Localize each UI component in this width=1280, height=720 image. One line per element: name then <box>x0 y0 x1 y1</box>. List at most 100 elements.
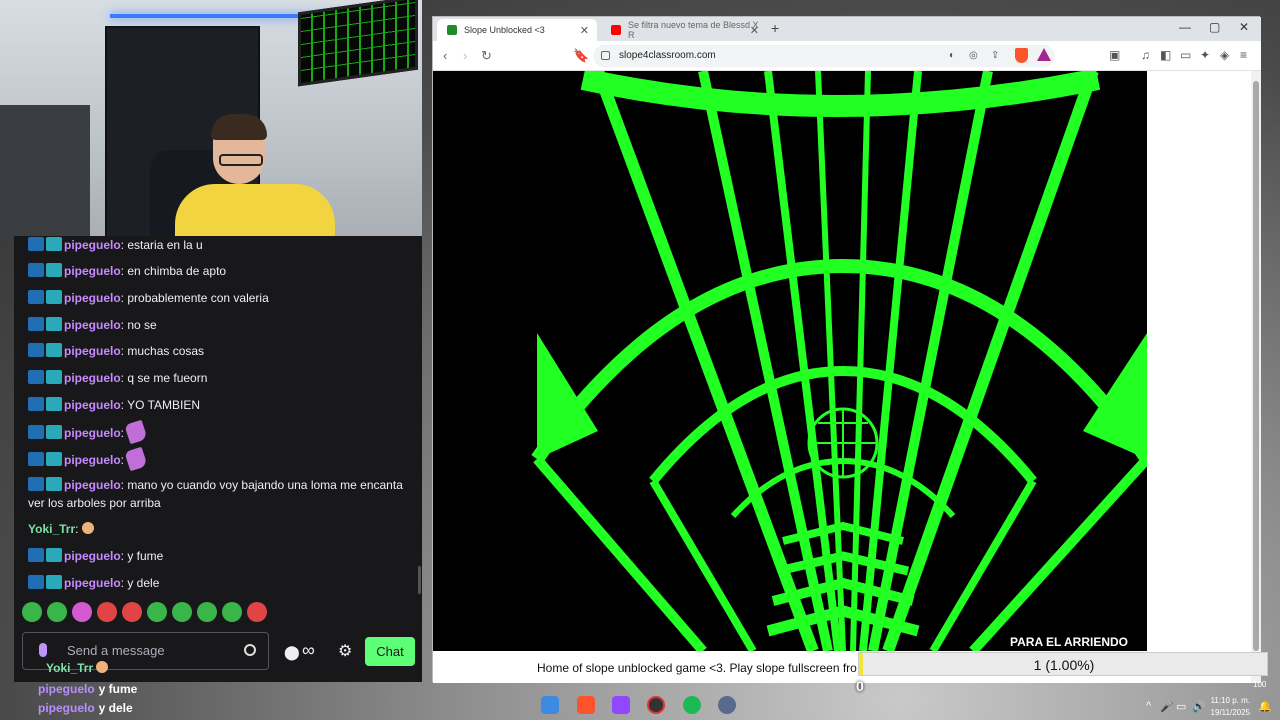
tab-youtube[interactable]: Se filtra nuevo tema de Blessd X R ✕ <box>601 19 767 41</box>
chat-username[interactable]: pipeguelo <box>64 291 121 305</box>
scrollbar-thumb[interactable] <box>1253 81 1259 651</box>
subscriber-badge-icon[interactable] <box>28 343 44 357</box>
chat-username[interactable]: pipeguelo <box>64 318 121 332</box>
reload-icon[interactable]: ↻ <box>481 48 492 64</box>
mute-icon[interactable]: ◎ <box>969 50 978 61</box>
music-icon[interactable]: ♫ <box>1141 48 1150 62</box>
emote-icon[interactable] <box>247 602 267 622</box>
subscriber-badge-icon[interactable] <box>28 425 44 439</box>
vip-badge-icon[interactable] <box>46 263 62 277</box>
vip-badge-icon[interactable] <box>46 290 62 304</box>
vip-badge-icon[interactable] <box>46 548 62 562</box>
emoji-picker-icon[interactable] <box>244 644 256 656</box>
volume-icon[interactable]: 🔊 <box>1192 700 1206 713</box>
emote-icon[interactable] <box>147 602 167 622</box>
clock-date[interactable]: 19/11/2025 <box>1210 708 1250 717</box>
chat-username[interactable]: pipeguelo <box>64 453 121 467</box>
subscriber-badge-icon[interactable] <box>28 317 44 331</box>
new-tab-icon[interactable]: + <box>771 20 779 36</box>
share-icon[interactable]: ⇪ <box>991 50 999 61</box>
emote-icon[interactable] <box>22 602 42 622</box>
back-icon[interactable]: ‹ <box>443 48 447 63</box>
subscriber-badge-icon[interactable] <box>28 237 44 251</box>
chat-username[interactable]: pipeguelo <box>64 398 121 412</box>
emote-icon[interactable] <box>97 602 117 622</box>
slope-game-canvas[interactable] <box>433 71 1147 651</box>
brave-rewards-icon[interactable] <box>1037 48 1051 61</box>
emote-icon[interactable] <box>197 602 217 622</box>
vip-badge-icon[interactable] <box>46 370 62 384</box>
clock-time[interactable]: 11:10 p. m. <box>1210 696 1250 705</box>
microphone-tray-icon[interactable]: 🎤 <box>1160 700 1174 713</box>
brave-browser-icon[interactable] <box>577 696 595 714</box>
chat-scrollbar[interactable] <box>418 566 421 594</box>
vip-badge-icon[interactable] <box>46 317 62 331</box>
vip-badge-icon[interactable] <box>46 477 62 491</box>
vip-badge-icon[interactable] <box>46 452 62 466</box>
menu-icon[interactable]: ≡ <box>1240 48 1247 62</box>
chat-username[interactable]: Yoki_Trr <box>28 522 75 536</box>
microphone-icon[interactable] <box>39 643 47 657</box>
chat-username[interactable]: pipeguelo <box>64 344 121 358</box>
minimize-icon[interactable]: — <box>1179 20 1191 34</box>
chat-username[interactable]: pipeguelo <box>64 478 121 492</box>
vip-badge-icon[interactable] <box>46 343 62 357</box>
spotify-icon[interactable] <box>683 696 701 714</box>
subscriber-badge-icon[interactable] <box>28 575 44 589</box>
emote-icon[interactable] <box>222 602 242 622</box>
page-scrollbar[interactable] <box>1251 71 1261 683</box>
windows-start-icon[interactable] <box>541 696 559 714</box>
subscriber-badge-icon[interactable] <box>28 548 44 562</box>
close-tab-icon[interactable]: ✕ <box>750 24 759 37</box>
address-bar[interactable]: slope4classroom.com ◐ ◎ ⇪ <box>593 45 1055 67</box>
chat-username[interactable]: pipeguelo <box>64 238 121 252</box>
vip-badge-icon[interactable] <box>46 397 62 411</box>
infinity-indicator[interactable]: ∞ <box>302 640 315 661</box>
subscriber-badge-icon[interactable] <box>28 370 44 384</box>
site-info-icon[interactable] <box>601 51 610 60</box>
subscriber-badge-icon[interactable] <box>28 477 44 491</box>
channel-points-icon[interactable]: ⬤ <box>284 644 300 660</box>
emote-icon[interactable] <box>172 602 192 622</box>
archive-icon[interactable]: ▣ <box>1109 48 1120 62</box>
chevron-up-icon[interactable]: ^ <box>1146 700 1151 712</box>
subscriber-badge-icon[interactable] <box>28 263 44 277</box>
wallet-icon[interactable]: ▭ <box>1180 48 1191 62</box>
subscriber-badge-icon[interactable] <box>28 397 44 411</box>
notification-bell-icon[interactable]: 🔔 <box>1258 700 1272 713</box>
forward-icon[interactable]: › <box>463 48 467 63</box>
close-tab-icon[interactable]: ✕ <box>580 24 589 37</box>
obs-icon[interactable] <box>647 696 665 714</box>
close-window-icon[interactable]: ✕ <box>1239 20 1249 34</box>
chat-username[interactable]: pipeguelo <box>64 426 121 440</box>
emote-icon[interactable] <box>124 446 148 472</box>
maximize-icon[interactable]: ▢ <box>1209 20 1220 34</box>
vip-badge-icon[interactable] <box>46 425 62 439</box>
chat-message-list[interactable]: pipeguelo: estaria en la u pipeguelo: en … <box>14 236 418 594</box>
vpn-icon[interactable]: ◈ <box>1220 48 1229 62</box>
network-icon[interactable]: ▭ <box>1176 700 1186 713</box>
leo-ai-icon[interactable]: ✦ <box>1200 48 1210 62</box>
chat-username[interactable]: pipeguelo <box>64 371 121 385</box>
settings-app-icon[interactable] <box>718 696 736 714</box>
sidebar-icon[interactable]: ◧ <box>1160 48 1171 62</box>
tab-slope[interactable]: Slope Unblocked <3 ✕ <box>437 19 597 41</box>
subscriber-badge-icon[interactable] <box>28 290 44 304</box>
chat-send-button[interactable]: Chat <box>365 637 415 666</box>
brave-shield-icon[interactable] <box>1015 48 1028 63</box>
vip-badge-icon[interactable] <box>46 237 62 251</box>
chat-username[interactable]: pipeguelo <box>64 264 121 278</box>
emote-icon[interactable] <box>72 602 92 622</box>
reader-off-icon[interactable]: ◐ <box>949 50 955 61</box>
vip-badge-icon[interactable] <box>46 575 62 589</box>
chat-username[interactable]: pipeguelo <box>64 549 121 563</box>
chat-username[interactable]: pipeguelo <box>64 576 121 590</box>
face-emote-icon[interactable] <box>81 522 94 534</box>
subscriber-badge-icon[interactable] <box>28 452 44 466</box>
emote-icon[interactable] <box>124 419 148 445</box>
emote-icon[interactable] <box>47 602 67 622</box>
bookmark-icon[interactable]: 🔖 <box>573 48 589 64</box>
emote-icon[interactable] <box>122 602 142 622</box>
twitch-app-icon[interactable] <box>612 696 630 714</box>
gear-icon[interactable]: ⚙ <box>338 641 352 661</box>
